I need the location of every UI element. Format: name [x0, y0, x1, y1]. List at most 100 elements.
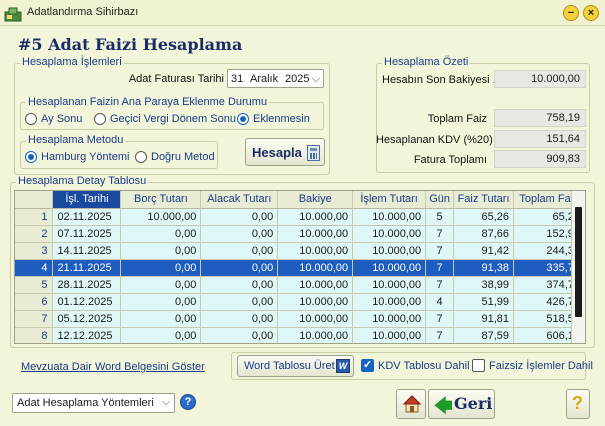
- invoice-date-label: Adat Faturası Tarihi: [128, 73, 224, 85]
- word-icon: W: [336, 359, 350, 373]
- radio-dogru-metod[interactable]: [135, 151, 147, 163]
- summary-group-label: Hesaplama Özeti: [382, 56, 471, 68]
- arrow-left-icon: 🡄: [434, 396, 453, 416]
- table-cell: 0,00: [200, 259, 279, 277]
- table-scrollbar[interactable]: [571, 191, 585, 343]
- table-cell: 4: [425, 293, 455, 311]
- row-number: 8: [15, 327, 54, 343]
- title-bar: Adatlandırma Sihirbazı − ×: [0, 0, 605, 26]
- row-number: 4: [15, 259, 54, 277]
- table-row[interactable]: 5 28.11.2025 0,00 0,00 10.000,00 10.000,00 7 38…: [15, 276, 585, 294]
- table-cell: 7: [425, 310, 455, 328]
- table-cell: 87,59: [453, 327, 515, 343]
- table-cell: 0,00: [200, 293, 279, 311]
- column-header[interactable]: İşl. Tarihi: [52, 191, 122, 209]
- table-cell: 10.000,00: [277, 259, 354, 277]
- interest-addition-label: Hesaplanan Faizin Ana Paraya Eklenme Dur…: [26, 96, 270, 108]
- radio-hamburg[interactable]: [25, 151, 37, 163]
- table-row[interactable]: 7 05.12.2025 0,00 0,00 10.000,00 10.000,00 7 91…: [15, 310, 585, 328]
- radio-eklenmesin-label[interactable]: Eklenmesin: [253, 113, 310, 125]
- table-cell: 10.000,00: [277, 293, 354, 311]
- table-cell: 87,66: [453, 225, 515, 243]
- table-cell: 7: [425, 242, 455, 260]
- help-button[interactable]: ?: [566, 389, 590, 419]
- column-header[interactable]: İşlem Tutarı: [352, 191, 427, 209]
- table-cell: 91,42: [453, 242, 515, 260]
- scrollbar-thumb[interactable]: [575, 207, 582, 317]
- column-header[interactable]: Bakiye: [277, 191, 354, 209]
- legislation-link[interactable]: Mevzuata Dair Word Belgesini Göster: [21, 361, 205, 373]
- table-cell: 0,00: [200, 225, 279, 243]
- table-cell: 10.000,00: [277, 225, 354, 243]
- table-cell: 01.12.2025: [52, 293, 122, 311]
- table-cell: 5: [425, 208, 455, 226]
- page-title: #5 Adat Faizi Hesaplama: [18, 35, 243, 54]
- column-header[interactable]: Borç Tutarı: [120, 191, 202, 209]
- table-cell: 10.000,00: [352, 327, 427, 343]
- table-cell: 10.000,00: [120, 208, 202, 226]
- table-row[interactable]: 1 02.11.2025 10.000,00 0,00 10.000,00 10.000,…: [15, 208, 585, 226]
- table-row[interactable]: 3 14.11.2025 0,00 0,00 10.000,00 10.000,00 7 91…: [15, 242, 585, 260]
- table-cell: 14.11.2025: [52, 242, 122, 260]
- column-header[interactable]: Alacak Tutarı: [200, 191, 279, 209]
- row-number-header: [15, 191, 54, 209]
- detail-table[interactable]: İşl. Tarihi Borç Tutarı Alacak Tutarı Ba…: [14, 190, 586, 344]
- close-button[interactable]: ×: [583, 5, 599, 21]
- table-row[interactable]: 8 12.12.2025 0,00 0,00 10.000,00 10.000,00 7 87…: [15, 327, 585, 343]
- table-cell: 21.11.2025: [52, 259, 122, 277]
- table-cell: 0,00: [120, 293, 202, 311]
- back-button[interactable]: 🡄 Geri: [428, 389, 495, 419]
- total-interest-label: Toplam Faiz: [427, 113, 487, 125]
- invoice-date-picker[interactable]: 31 Aralık 2025 ⌵: [227, 69, 324, 88]
- table-cell: 91,38: [453, 259, 515, 277]
- table-row[interactable]: 6 01.12.2025 0,00 0,00 10.000,00 10.000,00 4 51…: [15, 293, 585, 311]
- radio-ay-sonu[interactable]: [25, 113, 37, 125]
- home-button[interactable]: [396, 389, 426, 419]
- methods-help-icon[interactable]: ?: [180, 394, 196, 410]
- kdv-table-label[interactable]: KDV Tablosu Dahil: [378, 360, 470, 372]
- no-interest-checkbox[interactable]: [472, 359, 485, 372]
- table-cell: 65,26: [453, 208, 515, 226]
- kdv-table-checkbox[interactable]: [361, 358, 374, 372]
- radio-gecici-vergi-label[interactable]: Geçici Vergi Dönem Sonu: [110, 113, 236, 125]
- row-number: 1: [15, 208, 54, 226]
- total-interest-value: 758,19: [494, 109, 586, 127]
- table-cell: 0,00: [200, 208, 279, 226]
- radio-ay-sonu-label[interactable]: Ay Sonu: [41, 113, 82, 125]
- table-cell: 0,00: [200, 327, 279, 343]
- radio-dogru-metod-label[interactable]: Doğru Metod: [151, 151, 215, 163]
- table-cell: 10.000,00: [352, 225, 427, 243]
- table-cell: 02.11.2025: [52, 208, 122, 226]
- table-cell: 10.000,00: [352, 242, 427, 260]
- radio-gecici-vergi[interactable]: [94, 113, 106, 125]
- no-interest-label[interactable]: Faizsiz İşlemler Dahil: [489, 360, 593, 372]
- table-cell: 28.11.2025: [52, 276, 122, 294]
- table-cell: 0,00: [200, 276, 279, 294]
- table-cell: 10.000,00: [277, 208, 354, 226]
- calculate-button[interactable]: Hesapla: [245, 138, 325, 166]
- table-cell: 10.000,00: [277, 327, 354, 343]
- column-header[interactable]: Gün: [425, 191, 455, 209]
- table-cell: 12.12.2025: [52, 327, 122, 343]
- methods-select-value: Adat Hesaplama Yöntemleri: [17, 397, 154, 409]
- table-cell: 7: [425, 276, 455, 294]
- radio-eklenmesin[interactable]: [237, 113, 249, 125]
- column-header[interactable]: Faiz Tutarı: [453, 191, 515, 209]
- question-icon: ?: [572, 393, 583, 413]
- word-table-button-label: Word Tablosu Üret: [244, 360, 335, 372]
- table-cell: 7: [425, 259, 455, 277]
- table-cell: 10.000,00: [352, 276, 427, 294]
- table-cell: 10.000,00: [277, 242, 354, 260]
- table-row[interactable]: 4 21.11.2025 0,00 0,00 10.000,00 10.000,00 7 91…: [15, 259, 585, 277]
- calculator-icon: [307, 145, 320, 161]
- table-group-label: Hesaplama Detay Tablosu: [16, 175, 149, 187]
- table-cell: 10.000,00: [277, 310, 354, 328]
- word-table-button[interactable]: Word Tablosu Üret W: [237, 355, 354, 377]
- table-cell: 07.11.2025: [52, 225, 122, 243]
- radio-hamburg-label[interactable]: Hamburg Yöntemi: [41, 151, 129, 163]
- table-row[interactable]: 2 07.11.2025 0,00 0,00 10.000,00 10.000,00 7 87…: [15, 225, 585, 243]
- minimize-button[interactable]: −: [563, 5, 579, 21]
- table-cell: 10.000,00: [352, 259, 427, 277]
- methods-select[interactable]: Adat Hesaplama Yöntemleri ⌵: [12, 393, 175, 413]
- calculate-button-label: Hesapla: [252, 145, 302, 160]
